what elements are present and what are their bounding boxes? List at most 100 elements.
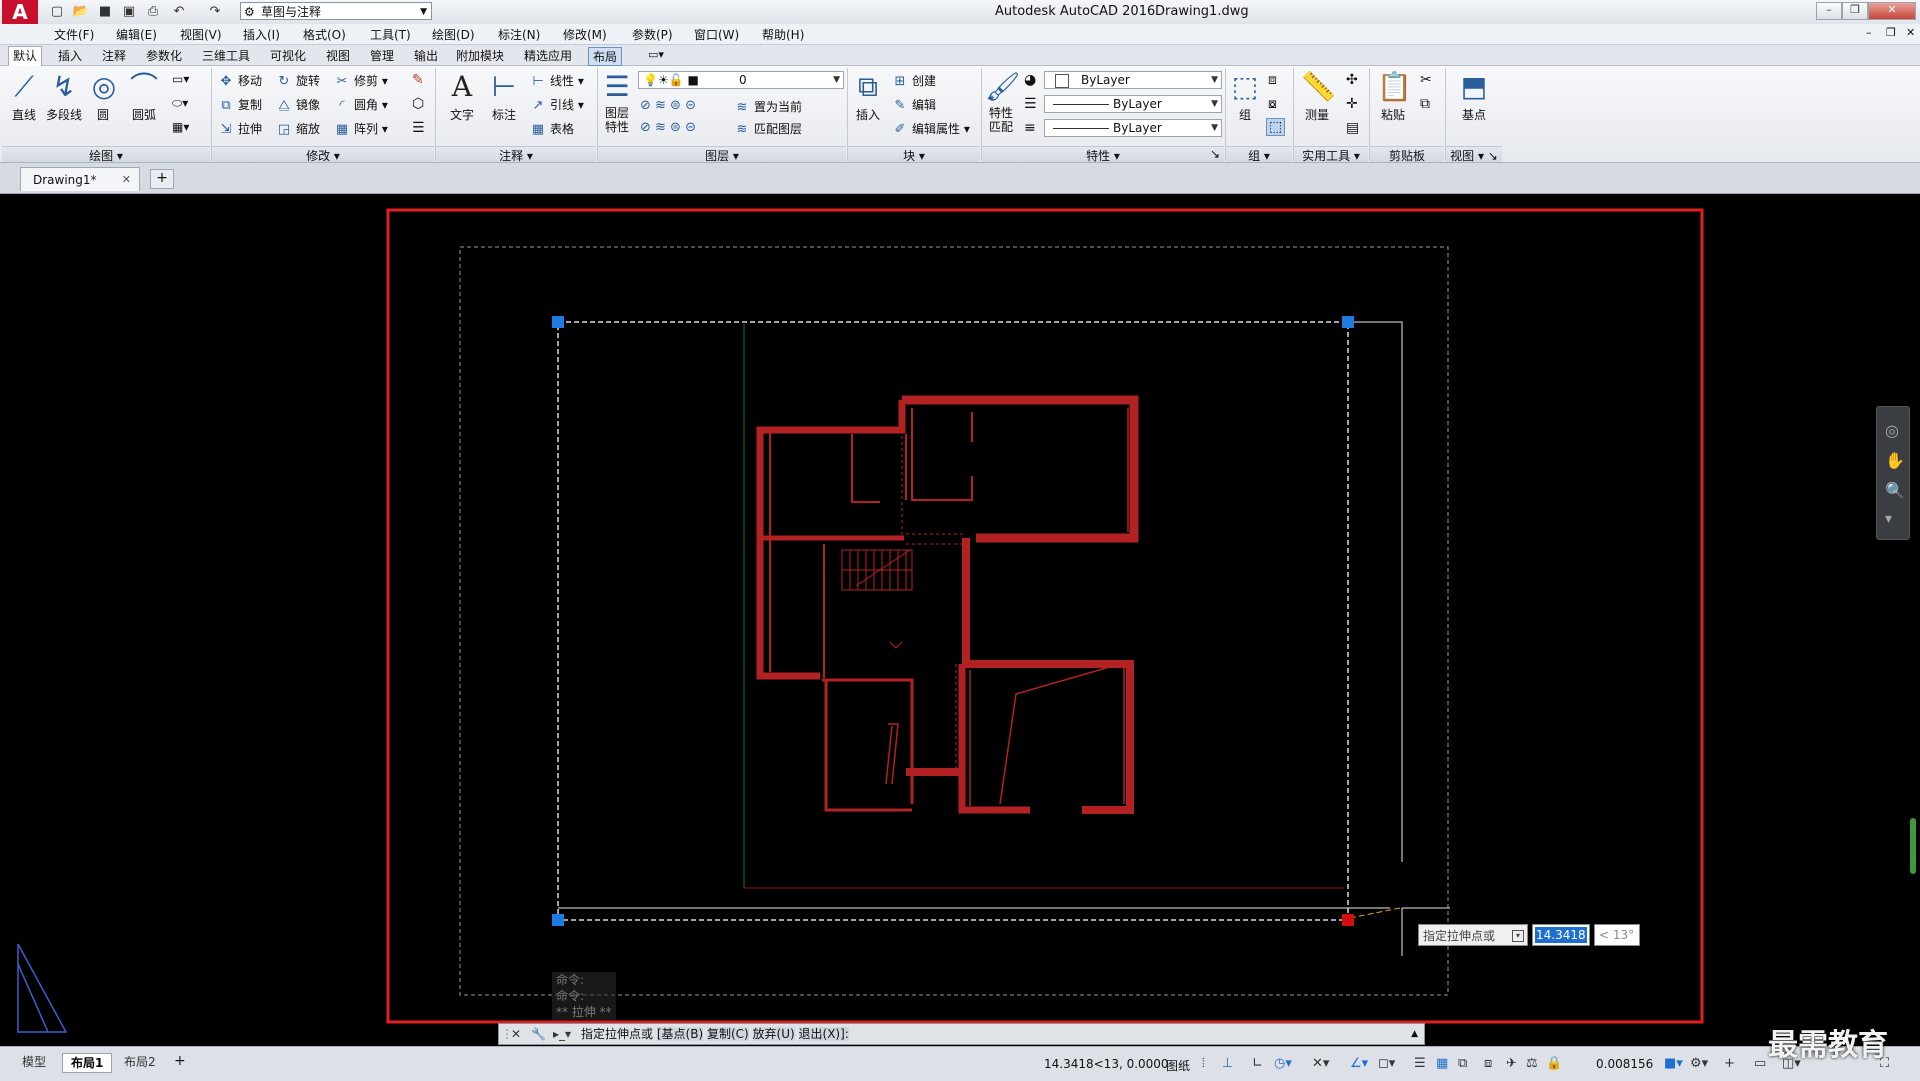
tab-default[interactable]: 默认 xyxy=(8,46,43,66)
layer-tools-icons-2[interactable]: ⊘ ≋ ⊜ ⊝ xyxy=(640,120,696,135)
mirror-button[interactable]: ⧋ 镜像 xyxy=(276,96,320,114)
cmd-option-base[interactable]: [基点(B) xyxy=(656,1027,704,1041)
edit-attr-button[interactable]: ✐ 编辑属性 ▾ xyxy=(892,120,970,138)
color-dropdown[interactable]: ByLayer ▼ xyxy=(1044,71,1222,89)
color-wheel-icon[interactable]: ◕ xyxy=(1024,72,1036,88)
isolate-icon[interactable]: ▭ xyxy=(1754,1056,1766,1071)
tab-view[interactable]: 视图 xyxy=(322,47,354,64)
menu-file[interactable]: 文件(F) xyxy=(54,26,94,43)
snap-icon[interactable]: ⊥ xyxy=(1222,1056,1233,1071)
layout-tab-layout2[interactable]: 布局2 xyxy=(116,1053,164,1071)
copy-button[interactable]: ⧉ 复制 xyxy=(218,96,262,114)
close-button[interactable]: ✕ xyxy=(1868,2,1916,20)
erase-icon[interactable]: ✎ xyxy=(412,72,424,88)
minimize-button[interactable]: – xyxy=(1816,2,1842,20)
stretch-button[interactable]: ⇲ 拉伸 xyxy=(218,120,262,138)
linetype-dropdown[interactable]: ByLayer ▼ xyxy=(1044,95,1222,113)
tab-visualize[interactable]: 可视化 xyxy=(266,47,310,64)
array-button[interactable]: ▦ 阵列 ▾ xyxy=(334,120,388,138)
osnap-icon[interactable]: ✕▾ xyxy=(1312,1056,1329,1071)
circle-button[interactable]: ◎ 圆 xyxy=(88,70,118,123)
match-layer-button[interactable]: ≋ 匹配图层 xyxy=(734,120,802,138)
menu-draw[interactable]: 绘图(D) xyxy=(432,26,475,43)
grip-bottom-right-hot[interactable] xyxy=(1342,914,1354,926)
match-properties-button[interactable]: 🖌 特性匹配 xyxy=(984,70,1021,134)
selection-cycling-icon[interactable]: ⧉ xyxy=(1458,1056,1467,1071)
steering-wheel-icon[interactable]: ◎ xyxy=(1885,421,1899,440)
lineweight-icon[interactable]: ≡ xyxy=(1024,120,1036,136)
selected-viewport[interactable] xyxy=(557,321,1349,921)
arc-button[interactable]: ⌒ 圆弧 xyxy=(126,70,162,123)
coordinates-readout[interactable]: 14.3418<13, 0.0000 xyxy=(1044,1057,1169,1071)
scrollbar-indicator[interactable] xyxy=(1910,818,1916,874)
command-line[interactable]: ⋮ ✕ 🔧 ▸_▾ 指定拉伸点或 [基点(B) 复制(C) 放弃(U) 退出(X… xyxy=(498,1023,1425,1045)
text-button[interactable]: A 文字 xyxy=(444,70,480,123)
layout-viewport-border[interactable] xyxy=(386,208,1704,1024)
polar-icon[interactable]: ◷▾ xyxy=(1274,1056,1292,1071)
layout-tab-model[interactable]: 模型 xyxy=(14,1053,54,1071)
transparency-icon[interactable]: ▦ xyxy=(1436,1056,1448,1071)
move-button[interactable]: ✥ 移动 xyxy=(218,72,262,90)
grip-top-right[interactable] xyxy=(1342,316,1354,328)
fillet-button[interactable]: ◜ 圆角 ▾ xyxy=(334,96,387,114)
dynamic-input-value[interactable]: 14.3418 xyxy=(1532,924,1590,946)
menu-tools[interactable]: 工具(T) xyxy=(370,26,411,43)
drawing-svg[interactable] xyxy=(0,194,1920,1042)
create-block-button[interactable]: ⊞ 创建 xyxy=(892,72,936,90)
group-edit-icon[interactable]: ⧇ xyxy=(1268,96,1277,112)
autocad-logo-icon[interactable]: A xyxy=(2,0,38,24)
viewport-scale[interactable]: 0.008156 xyxy=(1596,1057,1653,1071)
menu-parametric[interactable]: 参数(P) xyxy=(632,26,673,43)
cmd-option-copy[interactable]: 复制(C) xyxy=(706,1027,749,1041)
trim-button[interactable]: ✂ 修剪 ▾ xyxy=(334,72,388,90)
close-tab-icon[interactable]: ✕ xyxy=(122,168,131,192)
grid-icon[interactable]: ⦙ xyxy=(1202,1056,1205,1071)
tab-output[interactable]: 输出 xyxy=(410,47,442,64)
save-icon[interactable]: ■ xyxy=(96,3,114,20)
insert-block-button[interactable]: ⧉ 插入 xyxy=(850,70,886,123)
dynamic-input-angle[interactable]: < 13° xyxy=(1594,924,1640,946)
panel-block-label[interactable]: 块 ▾ xyxy=(848,146,980,163)
linear-button[interactable]: ⊢ 线性 ▾ xyxy=(530,72,584,90)
menu-dimension[interactable]: 标注(N) xyxy=(498,26,540,43)
tab-addins[interactable]: 附加模块 xyxy=(452,47,508,64)
polyline-button[interactable]: ↯ 多段线 xyxy=(42,70,86,123)
linetype-icon[interactable]: ☰ xyxy=(1024,96,1037,112)
panel-utilities-label[interactable]: 实用工具 ▾ xyxy=(1294,146,1368,163)
group-button[interactable]: ⬚ 组 xyxy=(1228,70,1262,123)
grip-bottom-left[interactable] xyxy=(552,914,564,926)
measure-button[interactable]: 📏 测量 xyxy=(1298,70,1336,123)
ungroup-icon[interactable]: ⧈ xyxy=(1268,72,1277,88)
panel-annotation-label[interactable]: 注释 ▾ xyxy=(436,146,596,163)
print-icon[interactable]: ⎙ xyxy=(144,3,162,20)
pan-icon[interactable]: ✋ xyxy=(1885,451,1905,470)
menu-help[interactable]: 帮助(H) xyxy=(762,26,804,43)
panel-clipboard-label[interactable]: 剪贴板 xyxy=(1370,146,1444,163)
layer-tools-icons[interactable]: ⊘ ≋ ⊜ ⊝ xyxy=(640,98,696,113)
restore-button[interactable]: ❐ xyxy=(1842,2,1868,20)
menu-modify[interactable]: 修改(M) xyxy=(563,26,607,43)
panel-modify-label[interactable]: 修改 ▾ xyxy=(212,146,434,163)
menu-format[interactable]: 格式(O) xyxy=(303,26,346,43)
redo-icon[interactable]: ↷ xyxy=(206,3,224,20)
lineweight-dropdown[interactable]: ByLayer ▼ xyxy=(1044,119,1222,137)
prompt-options-icon[interactable]: ▾ xyxy=(1512,930,1524,942)
table-button[interactable]: ▦ 表格 xyxy=(530,120,574,138)
line-button[interactable]: ⟋ 直线 xyxy=(6,70,42,123)
scale-button[interactable]: ◲ 缩放 xyxy=(276,120,320,138)
group-select-icon[interactable]: ⬚ xyxy=(1266,118,1286,136)
menu-window[interactable]: 窗口(W) xyxy=(694,26,739,43)
cmd-close-icon[interactable]: ✕ xyxy=(511,1024,521,1044)
point-icon[interactable]: ✛ xyxy=(1346,96,1358,112)
layer-properties-button[interactable]: ☰ 图层特性 xyxy=(600,70,634,134)
tab-manage[interactable]: 管理 xyxy=(366,47,398,64)
id-point-icon[interactable]: ✣ xyxy=(1346,72,1358,88)
grip-top-left[interactable] xyxy=(552,316,564,328)
floor-plan[interactable] xyxy=(756,395,1139,814)
calculator-icon[interactable]: ▤ xyxy=(1346,120,1359,136)
lineweight-toggle-icon[interactable]: ☰ xyxy=(1414,1056,1426,1071)
dimension-button[interactable]: ⊢ 标注 xyxy=(486,70,522,123)
rectangle-icon[interactable]: ▭▾ xyxy=(172,72,189,86)
rotate-button[interactable]: ↻ 旋转 xyxy=(276,72,320,90)
explode-icon[interactable]: ⬡ xyxy=(412,96,424,112)
